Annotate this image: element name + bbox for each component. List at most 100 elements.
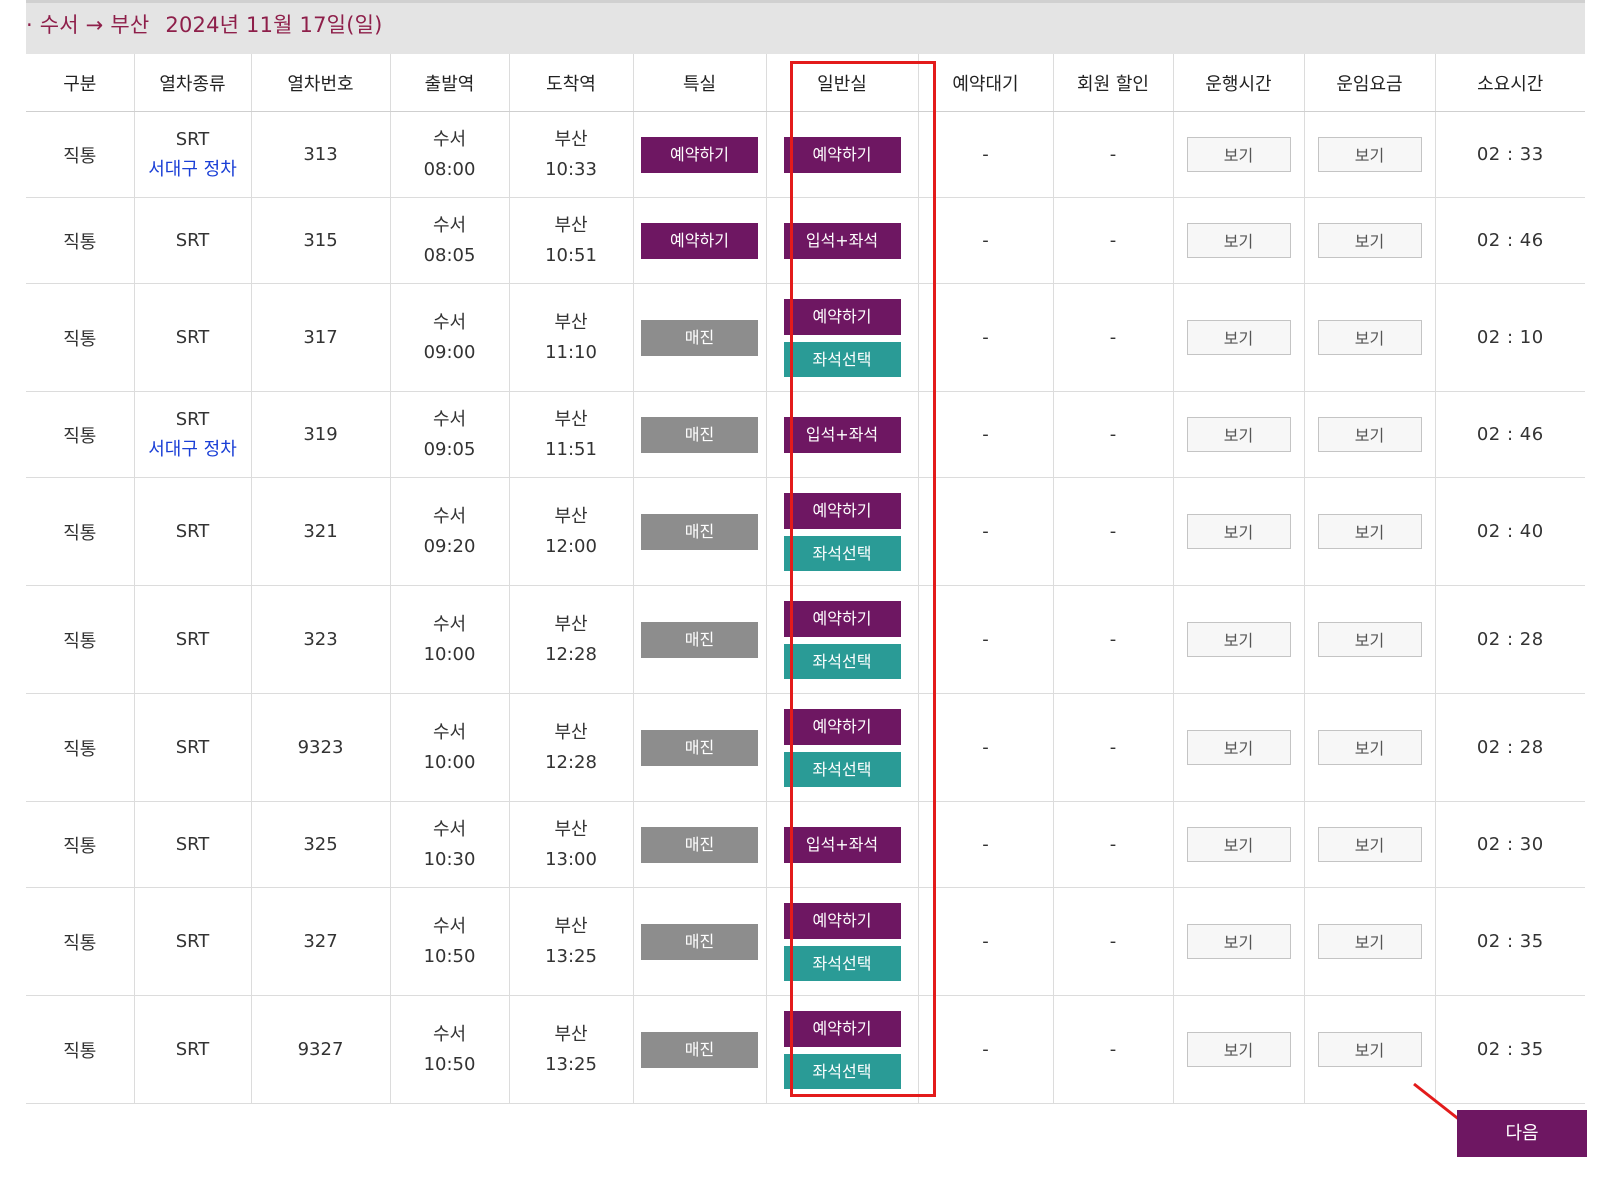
col-header-train-number: 열차번호 bbox=[250, 54, 390, 112]
fare-view-button[interactable]: 보기 bbox=[1317, 417, 1422, 452]
member-discount-cell: - bbox=[1052, 887, 1173, 996]
special-class-cell: 매진 bbox=[632, 887, 766, 996]
schedule-view-button[interactable]: 보기 bbox=[1186, 924, 1291, 959]
train-number-cell: 315 bbox=[250, 197, 390, 284]
train-number-cell: 321 bbox=[250, 477, 390, 586]
train-type: SRT bbox=[175, 833, 210, 855]
seat-select-button[interactable]: 좌석선택 bbox=[783, 751, 901, 787]
schedule-view-button[interactable]: 보기 bbox=[1186, 730, 1291, 765]
special-class-soldout: 매진 bbox=[641, 826, 758, 863]
special-class-reserve-button[interactable]: 예약하기 bbox=[641, 222, 758, 259]
departure-time: 10:30 bbox=[423, 848, 476, 870]
waitlist-cell: - bbox=[917, 693, 1053, 802]
fare-view-button[interactable]: 보기 bbox=[1317, 924, 1422, 959]
arrival-cell: 부산 10:33 bbox=[508, 111, 633, 198]
general-class-reserve-button[interactable]: 예약하기 bbox=[783, 492, 901, 529]
arrival-cell: 부산 12:28 bbox=[508, 585, 633, 694]
next-button[interactable]: 다음 bbox=[1457, 1110, 1587, 1157]
departure-cell: 수서 10:00 bbox=[389, 693, 509, 802]
member-discount-cell: - bbox=[1052, 391, 1173, 478]
special-class-cell: 매진 bbox=[632, 391, 766, 478]
departure-station: 수서 bbox=[432, 128, 467, 150]
train-type-cell: SRT bbox=[133, 801, 251, 888]
train-number-cell: 319 bbox=[250, 391, 390, 478]
seat-select-button[interactable]: 좌석선택 bbox=[783, 535, 901, 571]
seat-select-button[interactable]: 좌석선택 bbox=[783, 1053, 901, 1089]
table-row: 직통 SRT 서대구 정차 313 수서 08:00 부산 10:33 예약하기 예약하기 - - 보기… bbox=[26, 111, 1585, 198]
schedule-view-button[interactable]: 보기 bbox=[1186, 137, 1291, 172]
departure-cell: 수서 10:00 bbox=[389, 585, 509, 694]
special-class-soldout: 매진 bbox=[641, 416, 758, 453]
schedule-cell: 보기 bbox=[1172, 995, 1304, 1104]
duration-cell: 02 : 30 bbox=[1434, 801, 1585, 888]
departure-cell: 수서 08:05 bbox=[389, 197, 509, 284]
general-class-cell: 예약하기 bbox=[765, 111, 918, 198]
member-discount-cell: - bbox=[1052, 693, 1173, 802]
schedule-view-button[interactable]: 보기 bbox=[1186, 514, 1291, 549]
waitlist-cell: - bbox=[917, 477, 1053, 586]
general-class-reserve-button[interactable]: 예약하기 bbox=[783, 298, 901, 335]
general-class-cell: 입석+좌석 bbox=[765, 391, 918, 478]
train-type: SRT bbox=[175, 736, 210, 758]
col-header-duration: 소요시간 bbox=[1434, 54, 1585, 112]
general-class-reserve-button[interactable]: 입석+좌석 bbox=[783, 416, 901, 453]
fare-view-button[interactable]: 보기 bbox=[1317, 514, 1422, 549]
special-class-cell: 매진 bbox=[632, 801, 766, 888]
general-class-reserve-button[interactable]: 입석+좌석 bbox=[783, 826, 901, 863]
train-type: SRT bbox=[175, 1038, 210, 1060]
arrival-cell: 부산 13:00 bbox=[508, 801, 633, 888]
general-class-cell: 예약하기좌석선택 bbox=[765, 887, 918, 996]
schedule-view-button[interactable]: 보기 bbox=[1186, 320, 1291, 355]
category-cell: 직통 bbox=[26, 995, 134, 1104]
schedule-cell: 보기 bbox=[1172, 887, 1304, 996]
train-number-cell: 9327 bbox=[250, 995, 390, 1104]
fare-view-button[interactable]: 보기 bbox=[1317, 730, 1422, 765]
general-class-reserve-button[interactable]: 예약하기 bbox=[783, 708, 901, 745]
table-row: 직통 SRT 323 수서 10:00 부산 12:28 매진 예약하기 좌석선택 - - 보기 보기 02… bbox=[26, 585, 1585, 694]
general-class-reserve-button[interactable]: 예약하기 bbox=[783, 1010, 901, 1047]
schedule-view-button[interactable]: 보기 bbox=[1186, 622, 1291, 657]
arrival-cell: 부산 13:25 bbox=[508, 995, 633, 1104]
train-type-cell: SRT bbox=[133, 693, 251, 802]
general-class-reserve-button[interactable]: 예약하기 bbox=[783, 600, 901, 637]
general-class-reserve-button[interactable]: 예약하기 bbox=[783, 902, 901, 939]
special-class-cell: 매진 bbox=[632, 585, 766, 694]
schedule-view-button[interactable]: 보기 bbox=[1186, 417, 1291, 452]
fare-view-button[interactable]: 보기 bbox=[1317, 827, 1422, 862]
train-type-cell: SRT 서대구 정차 bbox=[133, 111, 251, 198]
member-discount-cell: - bbox=[1052, 283, 1173, 392]
duration-cell: 02 : 28 bbox=[1434, 693, 1585, 802]
departure-station: 수서 bbox=[432, 721, 467, 743]
seat-select-button[interactable]: 좌석선택 bbox=[783, 341, 901, 377]
seat-select-button[interactable]: 좌석선택 bbox=[783, 945, 901, 981]
fare-view-button[interactable]: 보기 bbox=[1317, 320, 1422, 355]
arrival-station: 부산 bbox=[554, 311, 588, 333]
schedule-view-button[interactable]: 보기 bbox=[1186, 827, 1291, 862]
train-type-cell: SRT bbox=[133, 585, 251, 694]
fare-view-button[interactable]: 보기 bbox=[1317, 223, 1422, 258]
duration-cell: 02 : 40 bbox=[1434, 477, 1585, 586]
departure-cell: 수서 09:20 bbox=[389, 477, 509, 586]
schedule-view-button[interactable]: 보기 bbox=[1186, 1032, 1291, 1067]
schedule-view-button[interactable]: 보기 bbox=[1186, 223, 1291, 258]
seat-select-button[interactable]: 좌석선택 bbox=[783, 643, 901, 679]
special-class-reserve-button[interactable]: 예약하기 bbox=[641, 136, 758, 173]
fare-view-button[interactable]: 보기 bbox=[1317, 1032, 1422, 1067]
fare-cell: 보기 bbox=[1303, 391, 1435, 478]
fare-view-button[interactable]: 보기 bbox=[1317, 622, 1422, 657]
waitlist-cell: - bbox=[917, 111, 1053, 198]
waitlist-cell: - bbox=[917, 995, 1053, 1104]
general-class-cell: 예약하기좌석선택 bbox=[765, 585, 918, 694]
fare-view-button[interactable]: 보기 bbox=[1317, 137, 1422, 172]
special-class-cell: 매진 bbox=[632, 995, 766, 1104]
fare-cell: 보기 bbox=[1303, 887, 1435, 996]
general-class-reserve-button[interactable]: 예약하기 bbox=[783, 136, 901, 173]
train-type: SRT bbox=[175, 930, 210, 952]
schedule-cell: 보기 bbox=[1172, 283, 1304, 392]
general-class-reserve-button[interactable]: 입석+좌석 bbox=[783, 222, 901, 259]
departure-cell: 수서 09:00 bbox=[389, 283, 509, 392]
train-type-cell: SRT bbox=[133, 283, 251, 392]
table-row: 직통 SRT 9327 수서 10:50 부산 13:25 매진 예약하기 좌석선택 - - 보기 보기 0… bbox=[26, 995, 1585, 1104]
fare-cell: 보기 bbox=[1303, 585, 1435, 694]
departure-station: 수서 bbox=[432, 613, 467, 635]
